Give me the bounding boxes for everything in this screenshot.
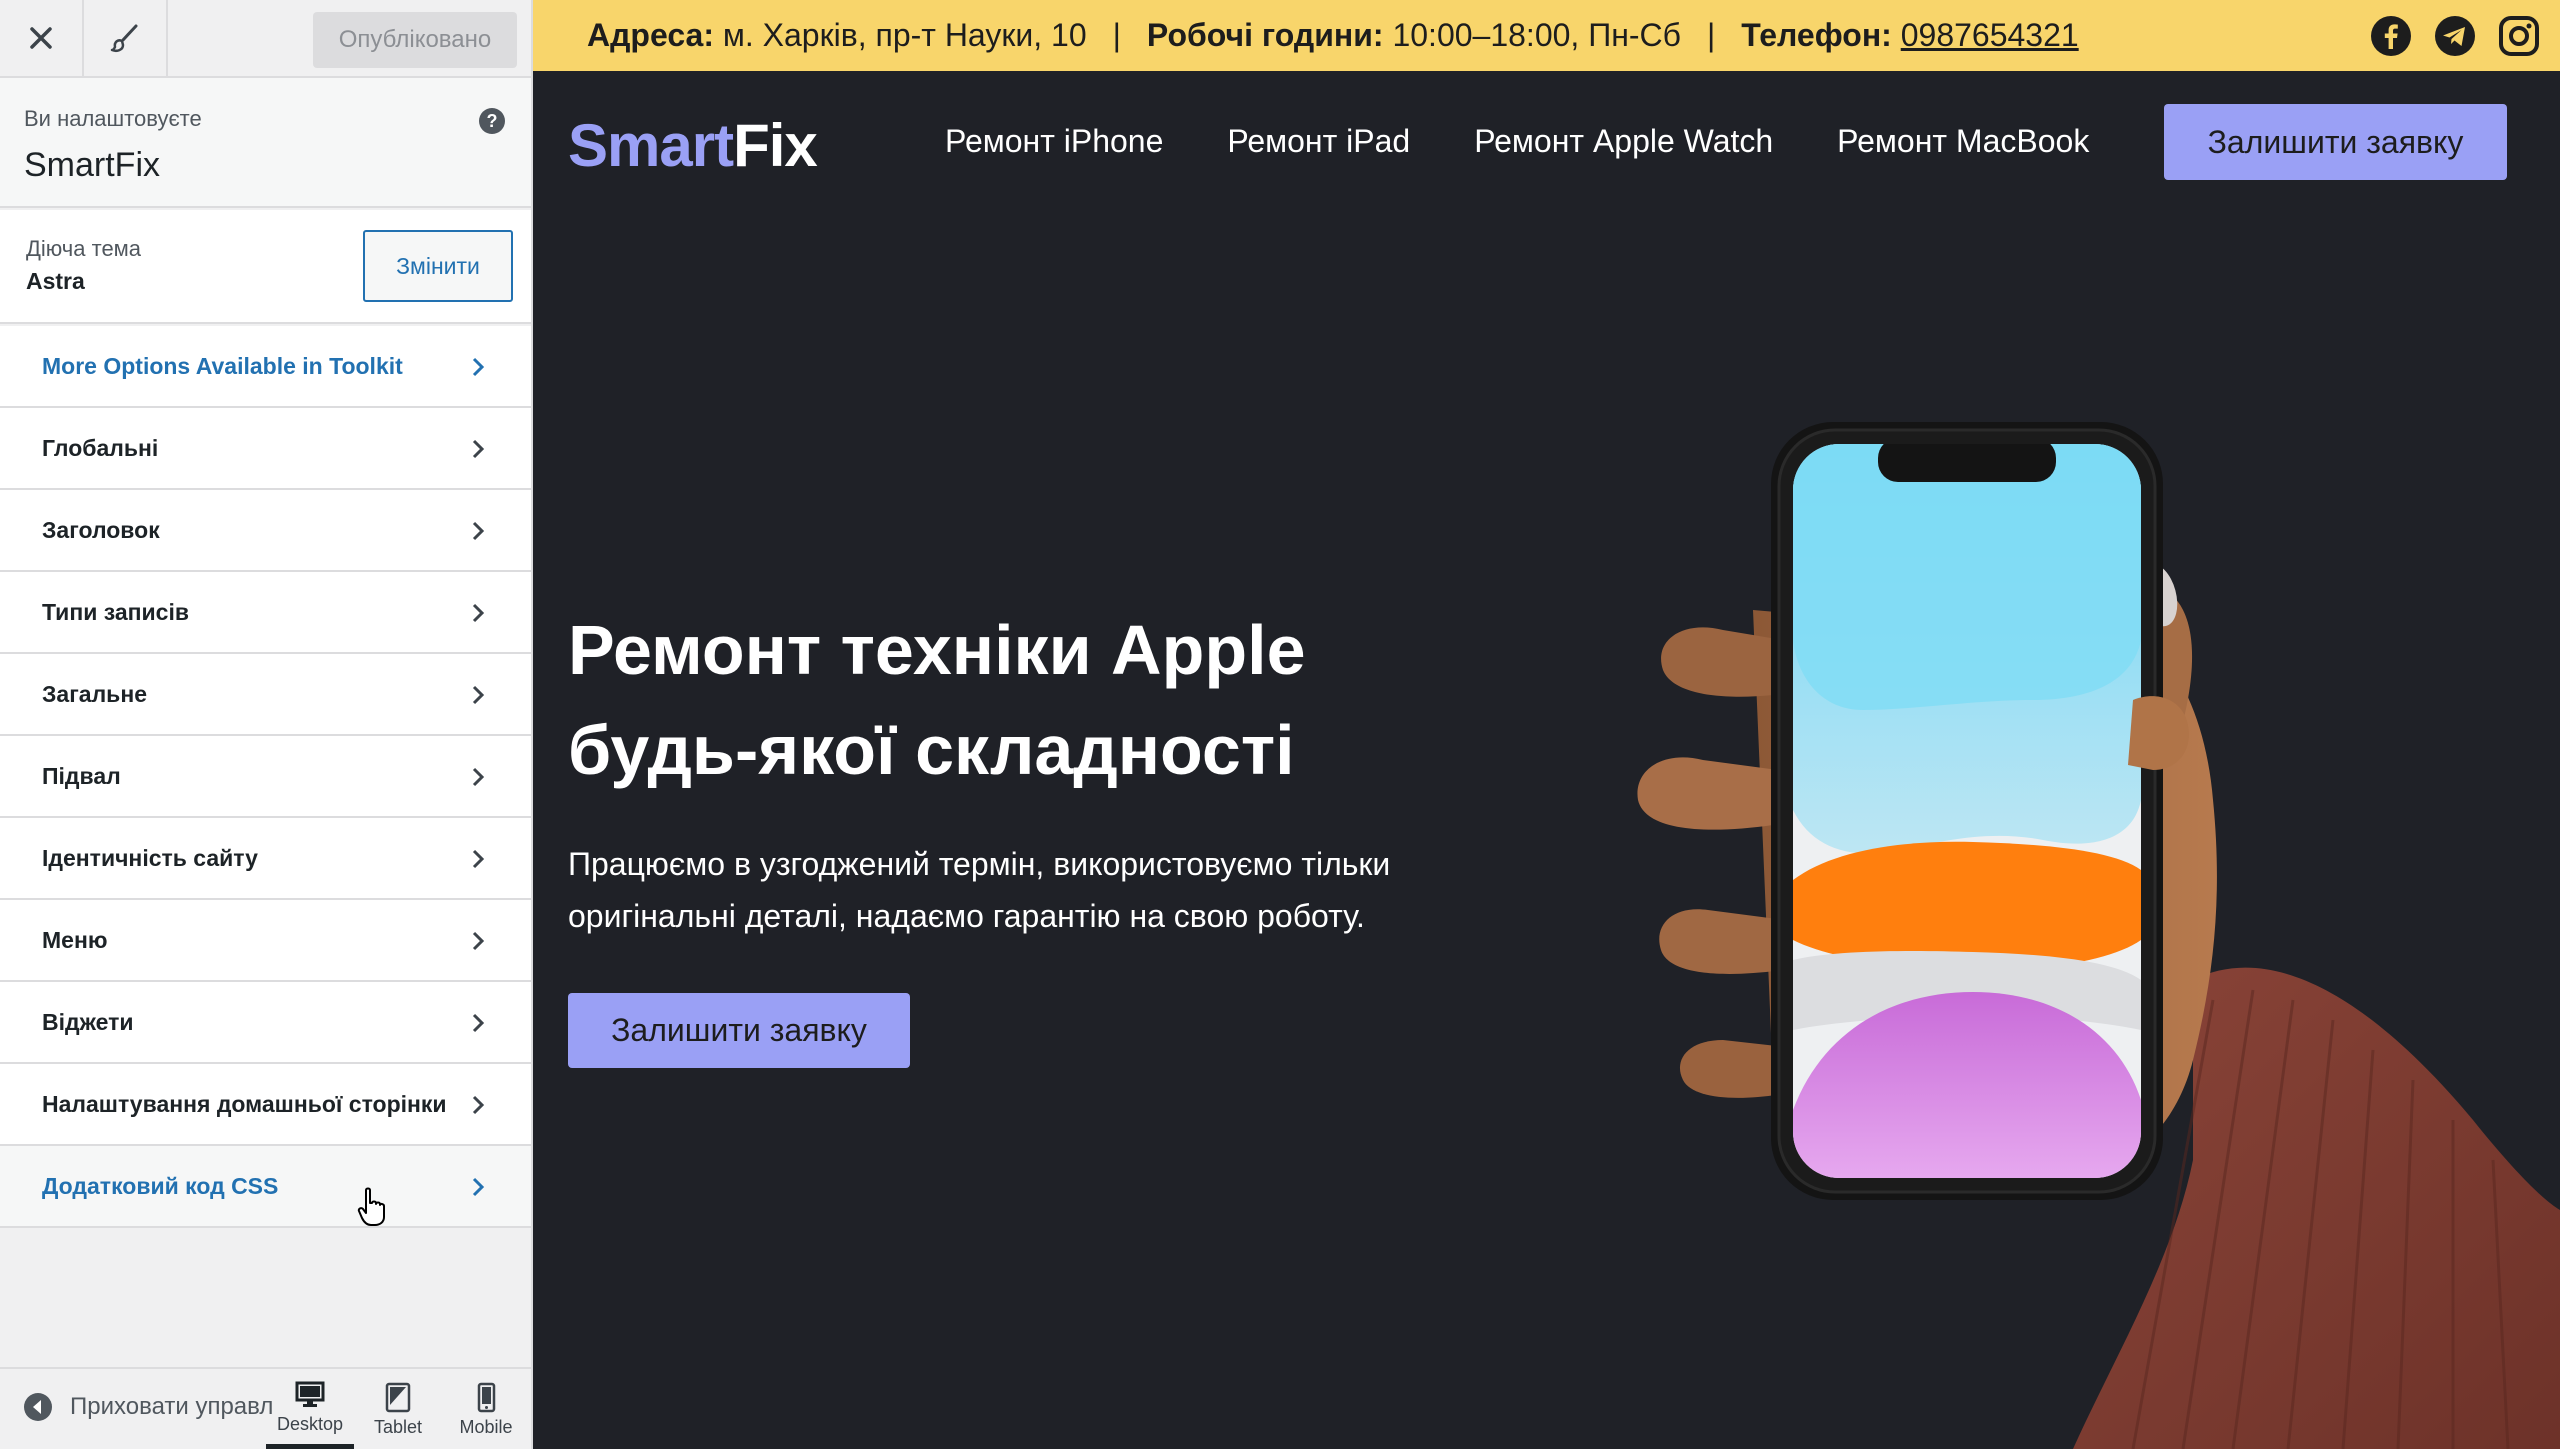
collapse-label: Приховати управління bbox=[70, 1393, 272, 1420]
hours-label: Робочі години: bbox=[1146, 17, 1384, 53]
logo-part-fix: Fix bbox=[733, 112, 818, 179]
site-preview: Адреса: м. Харків, пр-т Науки, 10 | Робо… bbox=[533, 0, 2560, 1449]
customize-theme-button[interactable] bbox=[84, 0, 168, 76]
nav-link-iphone[interactable]: Ремонт iPhone bbox=[945, 123, 1163, 160]
preview-desktop-button[interactable]: Desktop bbox=[266, 1369, 354, 1449]
chevron-right-icon bbox=[472, 849, 485, 869]
menu-item-label: Типи записів bbox=[42, 598, 190, 625]
telegram-icon[interactable] bbox=[2434, 15, 2476, 57]
instagram-icon[interactable] bbox=[2498, 15, 2540, 57]
contact-infobar: Адреса: м. Харків, пр-т Науки, 10 | Робо… bbox=[533, 0, 2560, 71]
menu-item-label: Ідентичність сайту bbox=[42, 844, 258, 871]
phone-link[interactable]: 0987654321 bbox=[1901, 17, 2079, 54]
hero-request-button[interactable]: Залишити заявку bbox=[568, 993, 910, 1068]
active-theme-section: Діюча тема Astra Змінити bbox=[0, 210, 531, 324]
chevron-right-icon bbox=[472, 1177, 485, 1197]
menu-item-menus[interactable]: Меню bbox=[0, 900, 531, 982]
menu-item-footer[interactable]: Підвал bbox=[0, 736, 531, 818]
preview-tablet-button[interactable]: Tablet bbox=[354, 1369, 442, 1449]
device-label: Desktop bbox=[276, 1414, 344, 1434]
logo-part-smart: Smart bbox=[568, 112, 734, 179]
customizing-label: Ви налаштовуєте bbox=[24, 106, 202, 131]
paintbrush-icon bbox=[110, 24, 138, 53]
customizer-panel-list: More Options Available in Toolkit Глобал… bbox=[0, 326, 531, 1228]
menu-item-widgets[interactable]: Віджети bbox=[0, 982, 531, 1064]
facebook-icon[interactable] bbox=[2370, 15, 2412, 57]
device-label: Mobile bbox=[459, 1416, 513, 1437]
menu-item-label: Меню bbox=[42, 926, 108, 953]
chevron-right-icon bbox=[472, 1013, 485, 1033]
collapse-sidebar-button[interactable]: Приховати управління bbox=[22, 1391, 272, 1423]
publish-button[interactable]: Опубліковано bbox=[313, 12, 517, 68]
menu-item-label: Підвал bbox=[42, 762, 121, 789]
hero-title: Ремонт техніки Apple будь-якої складност… bbox=[568, 600, 1468, 800]
preview-mobile-button[interactable]: Mobile bbox=[442, 1369, 530, 1449]
menu-item-label: Віджети bbox=[42, 1008, 134, 1035]
active-theme-name: Astra bbox=[26, 268, 85, 294]
nav-link-apple-watch[interactable]: Ремонт Apple Watch bbox=[1474, 123, 1773, 160]
hero-text-line: Працюємо в узгоджений термін, використов… bbox=[568, 846, 1391, 882]
hero-title-line: Ремонт техніки Apple bbox=[568, 611, 1306, 689]
help-icon[interactable]: ? bbox=[479, 108, 505, 134]
separator: | bbox=[1112, 17, 1121, 53]
hero-text-line: оригінальні деталі, надаємо гарантію на … bbox=[568, 898, 1365, 934]
chevron-right-icon bbox=[472, 931, 485, 951]
menu-item-label: Глобальні bbox=[42, 434, 159, 461]
customizer-sidebar: Опубліковано Ви налаштовуєте SmartFix ? … bbox=[0, 0, 533, 1449]
site-header: SmartFix Ремонт iPhone Ремонт iPad Ремон… bbox=[533, 71, 2560, 215]
address-label: Адреса: bbox=[587, 17, 714, 53]
desktop-icon bbox=[295, 1381, 325, 1407]
customizer-info: Ви налаштовуєте SmartFix ? bbox=[0, 78, 531, 208]
change-theme-button[interactable]: Змінити bbox=[363, 230, 513, 302]
hero-title-line: будь-якої складності bbox=[568, 711, 1295, 789]
hand-holding-iphone-image bbox=[1637, 422, 2560, 1449]
active-theme-label: Діюча тема bbox=[26, 236, 142, 261]
separator: | bbox=[1706, 17, 1716, 53]
phone-label: Телефон: bbox=[1741, 17, 1892, 53]
primary-nav: Ремонт iPhone Ремонт iPad Ремонт Apple W… bbox=[945, 123, 2089, 160]
site-title: SmartFix bbox=[24, 146, 160, 184]
device-label: Tablet bbox=[373, 1416, 423, 1437]
arrow-left-circle-icon bbox=[24, 1393, 52, 1421]
menu-item-toolkit[interactable]: More Options Available in Toolkit bbox=[0, 326, 531, 408]
menu-item-homepage-settings[interactable]: Налаштування домашньої сторінки bbox=[0, 1064, 531, 1146]
menu-item-label: Додатковий код CSS bbox=[42, 1172, 279, 1199]
tablet-icon bbox=[385, 1382, 411, 1412]
menu-item-label: Налаштування домашньої сторінки bbox=[42, 1090, 447, 1117]
nav-link-ipad[interactable]: Ремонт iPad bbox=[1227, 123, 1410, 160]
menu-item-label: Загальне bbox=[42, 680, 148, 707]
menu-item-site-identity[interactable]: Ідентичність сайту bbox=[0, 818, 531, 900]
menu-item-post-types[interactable]: Типи записів bbox=[0, 572, 531, 654]
hero-description: Працюємо в узгоджений термін, використов… bbox=[568, 838, 1488, 942]
address-value: м. Харків, пр-т Науки, 10 bbox=[722, 17, 1087, 53]
nav-link-macbook[interactable]: Ремонт MacBook bbox=[1837, 123, 2089, 160]
menu-item-global[interactable]: Глобальні bbox=[0, 408, 531, 490]
chevron-right-icon bbox=[472, 685, 485, 705]
site-logo[interactable]: SmartFix bbox=[568, 111, 818, 180]
social-links bbox=[2370, 15, 2540, 57]
chevron-right-icon bbox=[472, 1095, 485, 1115]
chevron-right-icon bbox=[472, 767, 485, 787]
hours-value: 10:00–18:00, Пн-Сб bbox=[1392, 17, 1681, 53]
customizer-topbar: Опубліковано bbox=[0, 0, 531, 78]
close-icon bbox=[30, 27, 52, 49]
menu-item-additional-css[interactable]: Додатковий код CSS bbox=[0, 1146, 531, 1228]
menu-item-header[interactable]: Заголовок bbox=[0, 490, 531, 572]
menu-item-general[interactable]: Загальне bbox=[0, 654, 531, 736]
hand-cursor-icon bbox=[357, 1187, 385, 1226]
mobile-icon bbox=[477, 1382, 496, 1412]
customizer-footer: Приховати управління Desktop Tablet bbox=[0, 1367, 531, 1449]
chevron-right-icon bbox=[472, 521, 485, 541]
chevron-right-icon bbox=[472, 439, 485, 459]
chevron-right-icon bbox=[472, 357, 485, 377]
chevron-right-icon bbox=[472, 603, 485, 623]
menu-item-label: Заголовок bbox=[42, 516, 160, 543]
close-customizer-button[interactable] bbox=[0, 0, 84, 76]
header-request-button[interactable]: Залишити заявку bbox=[2164, 104, 2507, 180]
menu-item-label: More Options Available in Toolkit bbox=[42, 352, 403, 379]
